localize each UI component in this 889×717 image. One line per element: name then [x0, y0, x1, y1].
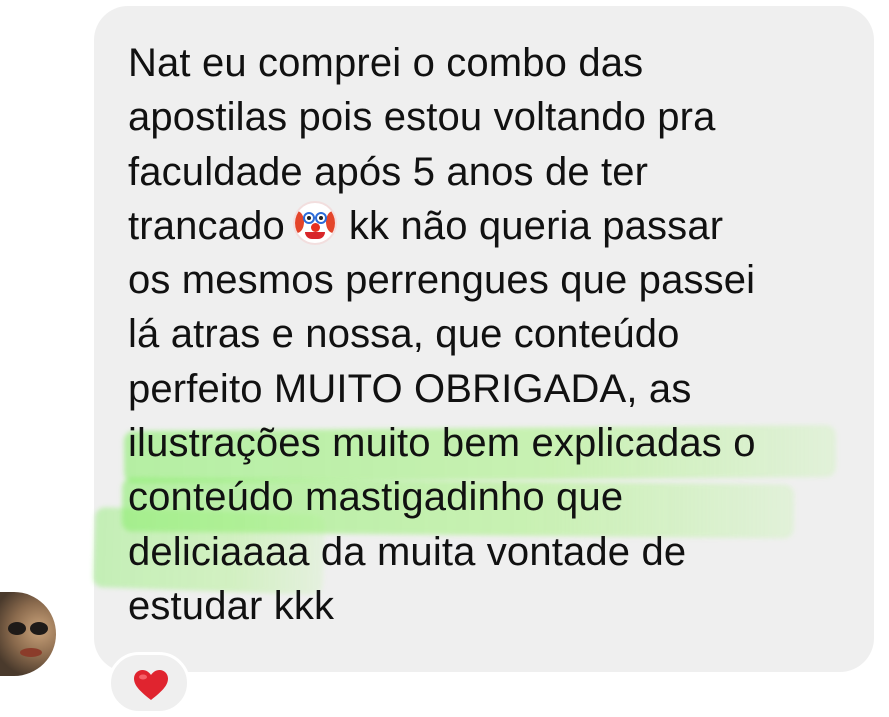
- message-line: os mesmos perrengues que passei: [128, 258, 756, 303]
- sunglasses-icon: [8, 622, 48, 636]
- message-line: ilustrações muito bem explicadas o: [128, 421, 756, 466]
- message-bubble[interactable]: Nat eu comprei o combo das apostilas poi…: [92, 6, 874, 672]
- sender-avatar[interactable]: [0, 592, 56, 676]
- message-line: estudar kkk: [128, 583, 335, 628]
- message-line: faculdade após 5 anos de ter: [128, 149, 649, 194]
- message-line: Nat eu comprei o combo das: [128, 41, 644, 85]
- message-line-part: kk não queria passar: [348, 203, 724, 248]
- message-line: apostilas pois estou voltando pra: [128, 95, 716, 140]
- message-line: trancado kk não queria passar: [128, 199, 864, 253]
- heart-icon: [134, 670, 168, 700]
- message-line: deliciaaaa da muita vontade de: [128, 529, 687, 574]
- message-line: lá atras e nossa, que conteúdo: [128, 312, 680, 357]
- reaction-badge[interactable]: [108, 652, 190, 714]
- message-text: Nat eu comprei o combo das apostilas poi…: [128, 36, 864, 633]
- message-line: perfeito MUITO OBRIGADA, as: [128, 366, 692, 411]
- message-line: conteúdo mastigadinho que: [128, 475, 624, 520]
- clown-face-icon: [292, 200, 337, 245]
- avatar-lips: [20, 648, 42, 657]
- message-line-part: trancado: [128, 203, 285, 248]
